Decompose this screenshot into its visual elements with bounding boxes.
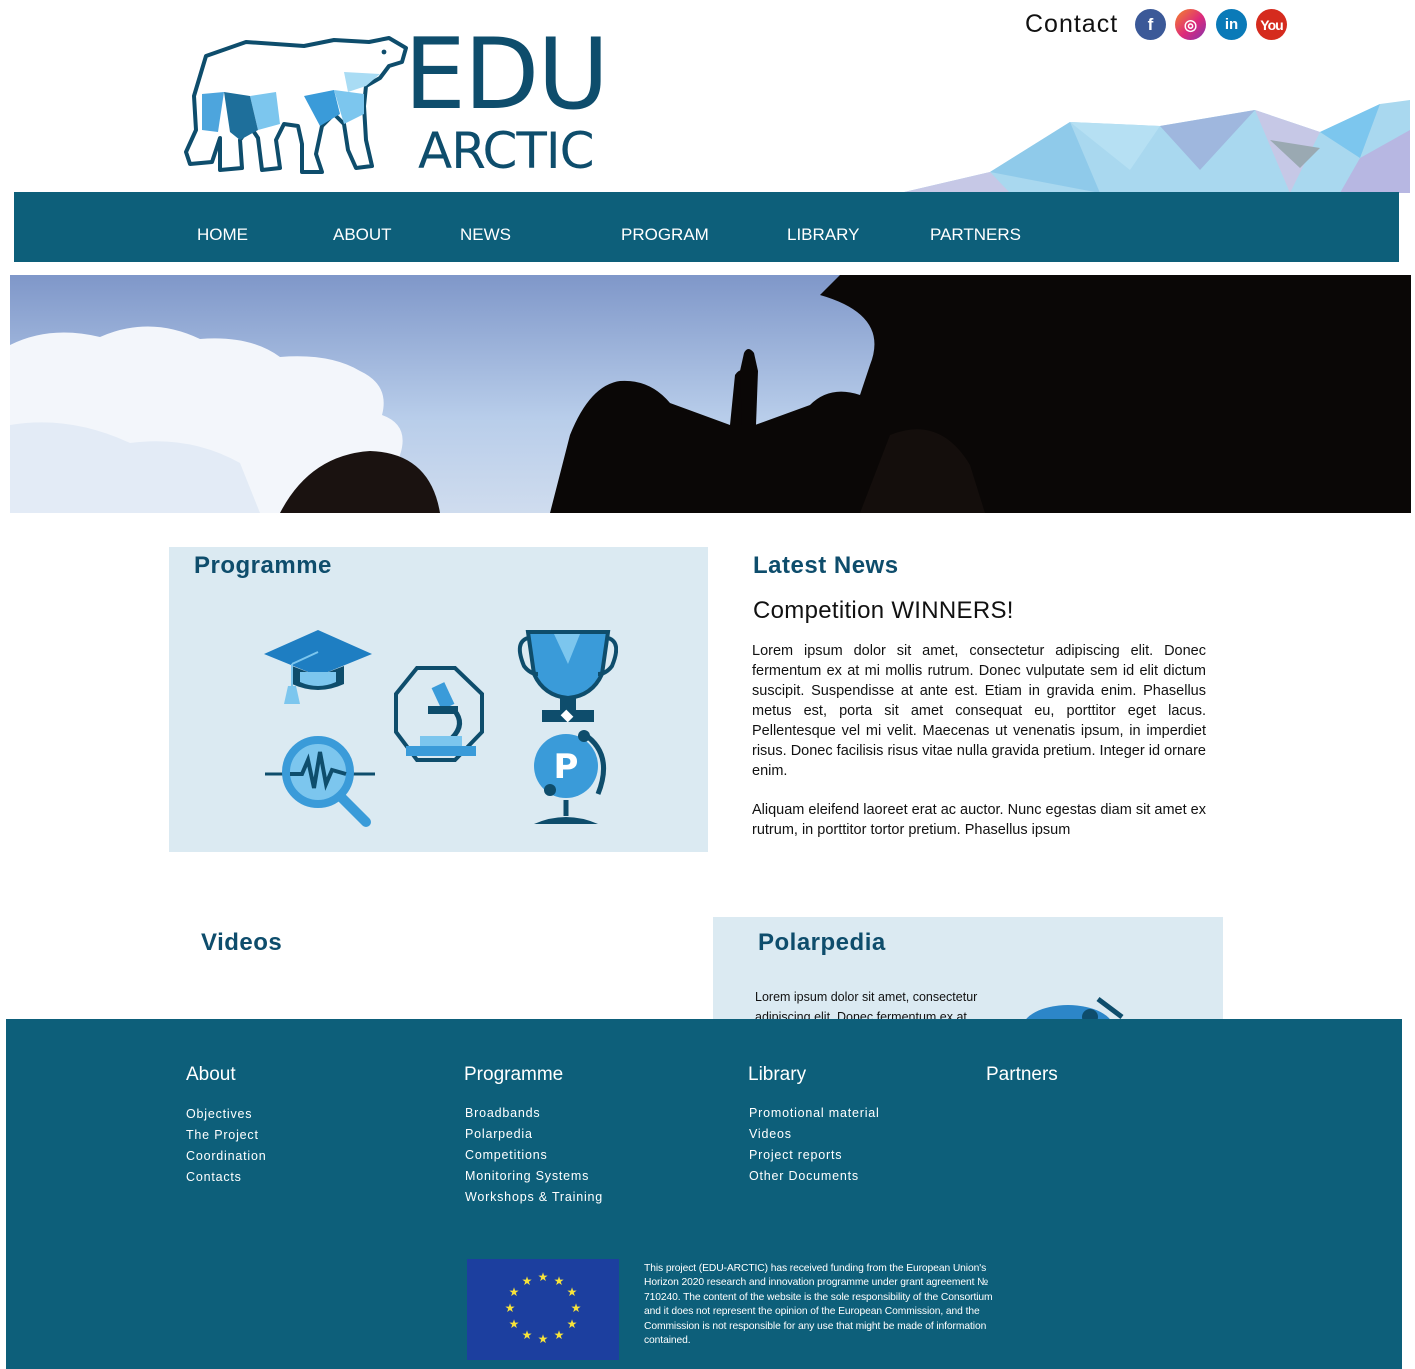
svg-text:★: ★: [571, 1301, 582, 1315]
svg-text:★: ★: [538, 1332, 549, 1346]
svg-text:★: ★: [505, 1301, 516, 1315]
svg-text:★: ★: [567, 1285, 578, 1299]
footer-link-contacts[interactable]: Contacts: [186, 1167, 266, 1188]
programme-title: Programme: [194, 552, 332, 579]
svg-text:★: ★: [509, 1317, 520, 1331]
svg-text:★: ★: [522, 1328, 533, 1342]
nav-item-news[interactable]: NEWS: [460, 225, 511, 245]
linkedin-icon[interactable]: in: [1216, 9, 1247, 40]
logo-arctic-text: ARCTIC: [418, 122, 595, 180]
footer-link-workshops-training[interactable]: Workshops & Training: [465, 1187, 603, 1208]
polarpedia-text: Lorem ipsum dolor sit amet, consectetur …: [755, 990, 978, 1019]
svg-text:★: ★: [554, 1274, 565, 1288]
contact-link[interactable]: Contact: [1025, 10, 1118, 39]
svg-text:★: ★: [554, 1328, 565, 1342]
footer-link-broadbands[interactable]: Broadbands: [465, 1103, 603, 1124]
svg-text:P: P: [554, 747, 579, 787]
videos-title: Videos: [201, 929, 283, 956]
ice-mountains-decoration: [900, 100, 1410, 193]
footer-link-promotional-material[interactable]: Promotional material: [749, 1103, 880, 1124]
latest-news-title: Latest News: [753, 552, 899, 579]
footer-link-the-project[interactable]: The Project: [186, 1125, 266, 1146]
eu-flag-icon: ★ ★ ★ ★ ★ ★ ★ ★ ★ ★ ★ ★: [467, 1259, 619, 1360]
svg-text:★: ★: [567, 1317, 578, 1331]
news-body: Lorem ipsum dolor sit amet, consectetur …: [752, 641, 1206, 838]
nav-item-program[interactable]: PROGRAM: [621, 225, 709, 245]
footer-list-programme: Broadbands Polarpedia Competitions Monit…: [465, 1103, 603, 1208]
programme-icons-group: P: [264, 630, 618, 827]
nav-item-about[interactable]: ABOUT: [333, 225, 392, 245]
footer-link-coordination[interactable]: Coordination: [186, 1146, 266, 1167]
nav-item-partners[interactable]: PARTNERS: [930, 225, 1021, 245]
magnifier-pulse-icon: [265, 736, 375, 827]
svg-text:★: ★: [522, 1274, 533, 1288]
facebook-icon[interactable]: f: [1135, 9, 1166, 40]
footer-heading-partners[interactable]: Partners: [986, 1064, 1058, 1086]
footer-heading-programme[interactable]: Programme: [464, 1064, 563, 1086]
footer-link-polarpedia[interactable]: Polarpedia: [465, 1124, 603, 1145]
logo-edu-text: EDU: [404, 18, 609, 132]
news-headline-link[interactable]: Competition WINNERS!: [753, 597, 1014, 625]
footer-link-project-reports[interactable]: Project reports: [749, 1145, 880, 1166]
footer-heading-library[interactable]: Library: [748, 1064, 806, 1086]
footer-heading-about[interactable]: About: [186, 1064, 236, 1086]
polarpedia-title: Polarpedia: [758, 929, 886, 956]
svg-text:★: ★: [538, 1270, 549, 1284]
hero-banner-image: [10, 275, 1411, 513]
microscope-icon: [394, 666, 484, 762]
graduation-cap-icon: [264, 630, 372, 704]
trophy-icon: [517, 630, 618, 723]
nav-item-home[interactable]: HOME: [197, 225, 248, 245]
footer-list-library: Promotional material Videos Project repo…: [749, 1103, 880, 1187]
footer-link-monitoring-systems[interactable]: Monitoring Systems: [465, 1166, 603, 1187]
instagram-icon[interactable]: ◎: [1175, 9, 1206, 40]
nav-item-library[interactable]: LIBRARY: [787, 225, 859, 245]
news-paragraph-2: Aliquam eleifend laoreet erat ac auctor.…: [752, 802, 1206, 838]
footer-link-other-documents[interactable]: Other Documents: [749, 1166, 880, 1187]
eu-funding-notice: This project (EDU-ARCTIC) has received f…: [644, 1263, 993, 1347]
svg-text:★: ★: [509, 1285, 520, 1299]
footer-link-competitions[interactable]: Competitions: [465, 1145, 603, 1166]
youtube-icon[interactable]: You: [1256, 9, 1287, 40]
news-paragraph-1: Lorem ipsum dolor sit amet, consectetur …: [752, 643, 1206, 779]
footer-link-objectives[interactable]: Objectives: [186, 1104, 266, 1125]
footer-list-about: Objectives The Project Coordination Cont…: [186, 1104, 266, 1188]
polarpedia-globe-icon: P: [534, 730, 607, 824]
footer-link-videos[interactable]: Videos: [749, 1124, 880, 1145]
